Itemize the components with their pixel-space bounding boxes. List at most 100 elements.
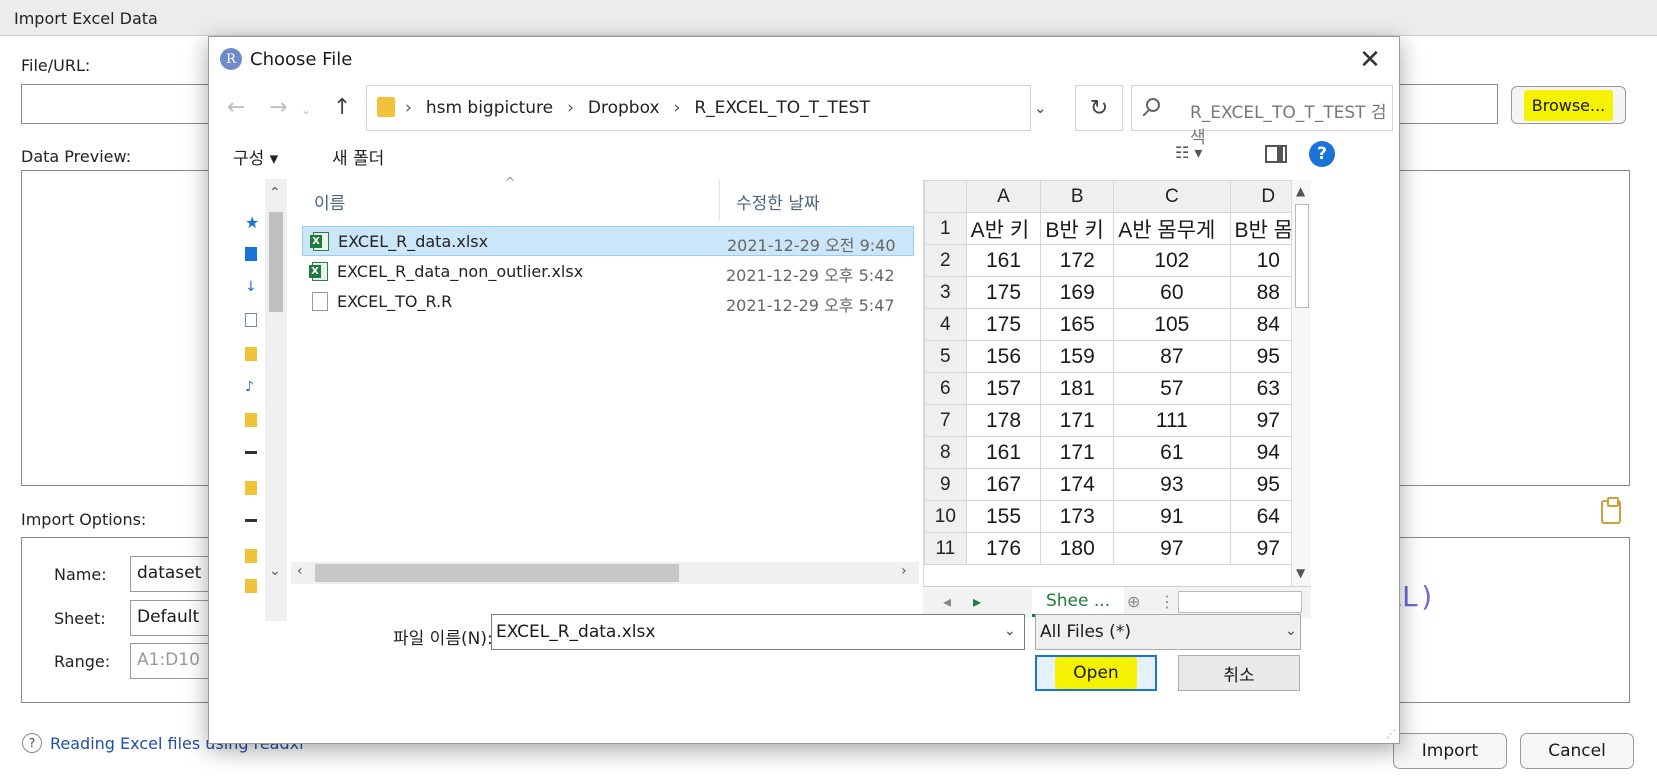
excel-file-icon [309, 262, 328, 281]
column-header-name[interactable]: 이름 [314, 189, 345, 214]
quick-access-star-icon[interactable]: ★ [245, 213, 259, 232]
prev-sheet-icon[interactable]: ◂ [943, 592, 951, 611]
preview-table: A B C D 1 A반 키 B반 키 A반 몸무게 B반 몸 2 161 172 102 10 3 175 1… [924, 180, 1307, 565]
breadcrumb-item[interactable]: R_EXCEL_TO_T_TEST [694, 98, 870, 118]
preview-cell: 161 [965, 244, 1042, 277]
refresh-icon[interactable]: ↻ [1075, 85, 1123, 131]
file-list-hscrollbar[interactable]: ‹ › [291, 562, 919, 584]
preview-cell: 159 [1040, 340, 1115, 373]
organize-menu[interactable]: 구성 ▾ [233, 144, 278, 169]
column-header-date[interactable]: 수정한 날짜 [736, 189, 820, 214]
document-icon[interactable] [245, 313, 257, 327]
nav-folder-icon[interactable] [245, 549, 257, 563]
clipboard-icon[interactable] [1601, 497, 1621, 524]
recent-locations-icon[interactable]: ⌄ [301, 103, 311, 117]
search-input[interactable]: R_EXCEL_TO_T_TEST 검색 [1131, 85, 1393, 148]
preview-cell: 165 [1040, 308, 1115, 341]
preview-cell: A반 키 [965, 212, 1042, 245]
next-sheet-icon[interactable]: ▸ [973, 592, 981, 611]
preview-cell: 61 [1113, 436, 1231, 469]
preview-cell: 161 [965, 436, 1042, 469]
file-name: EXCEL_R_data.xlsx [338, 232, 489, 251]
address-bar[interactable]: › hsm bigpicture › Dropbox › R_EXCEL_TO_… [366, 85, 1031, 131]
scroll-right-icon[interactable]: › [901, 563, 907, 579]
nav-folder-icon[interactable] [245, 347, 257, 361]
preview-row: 3 175 169 60 88 [924, 276, 1307, 309]
back-arrow-icon[interactable]: ← [227, 95, 245, 120]
up-folder-icon[interactable]: ↑ [333, 95, 351, 120]
sheet-select[interactable]: Default [130, 600, 220, 636]
preview-row: 9 167 174 93 95 [924, 468, 1307, 501]
sheet-tab[interactable]: Shee ... [1032, 587, 1124, 617]
nav-folder-icon[interactable] [245, 481, 257, 495]
add-sheet-icon[interactable]: ⊕ [1127, 592, 1140, 611]
preview-cell: 180 [1040, 532, 1115, 565]
nav-folder-icon[interactable] [245, 247, 257, 261]
import-button[interactable]: Import [1393, 733, 1507, 769]
sort-ascending-icon: ^ [505, 175, 516, 189]
nav-scrollbar-thumb[interactable] [269, 212, 283, 312]
preview-row: 1 A반 키 B반 키 A반 몸무게 B반 몸 [924, 212, 1307, 245]
preview-cell: 181 [1040, 372, 1115, 405]
row-header: 4 [924, 308, 967, 341]
preview-vscrollbar[interactable]: ▲ ▼ [1291, 180, 1311, 586]
column-header: C [1113, 180, 1231, 213]
close-icon[interactable]: ✕ [1353, 45, 1387, 75]
data-preview-label: Data Preview: [21, 147, 132, 166]
more-options-icon[interactable]: ⋮ [1159, 592, 1175, 611]
scroll-up-icon[interactable]: ▲ [1296, 184, 1305, 198]
file-row[interactable]: EXCEL_TO_R.R 2021-12-29 오후 5:47 [302, 287, 914, 317]
chevron-down-icon[interactable]: ⌄ [1004, 623, 1016, 639]
sheet-hscrollbar[interactable] [1178, 591, 1302, 613]
help-icon[interactable]: ? [1309, 141, 1335, 167]
preview-cell: 175 [965, 308, 1042, 341]
bg-cancel-button[interactable]: Cancel [1520, 733, 1634, 769]
music-icon[interactable]: ♪ [245, 379, 254, 395]
drive-icon[interactable] [245, 451, 257, 454]
filetype-select[interactable]: All Files (*) [1035, 614, 1301, 650]
preview-cell: 156 [965, 340, 1042, 373]
preview-pane-icon[interactable] [1265, 145, 1287, 163]
preview-row: 7 178 171 111 97 [924, 404, 1307, 437]
new-folder-button[interactable]: 새 폴더 [332, 144, 384, 169]
excel-preview: A B C D 1 A반 키 B반 키 A반 몸무게 B반 몸 2 161 172 102 10 3 175 1… [923, 180, 1307, 586]
nav-folder-icon[interactable] [245, 579, 257, 593]
preview-row: 2 161 172 102 10 [924, 244, 1307, 277]
name-label: Name: [54, 565, 107, 584]
filename-input[interactable]: EXCEL_R_data.xlsx [491, 614, 1025, 650]
bg-window-title: Import Excel Data [14, 9, 158, 28]
download-icon[interactable]: ↓ [245, 279, 257, 295]
drive-icon[interactable] [245, 519, 257, 522]
view-options-icon[interactable]: ☷ ▾ [1175, 143, 1202, 162]
hscrollbar-thumb[interactable] [315, 564, 679, 582]
search-placeholder: R_EXCEL_TO_T_TEST 검색 [1190, 103, 1387, 148]
row-header: 11 [924, 532, 967, 565]
column-divider[interactable] [719, 180, 720, 220]
range-input[interactable]: A1:D10 [130, 643, 220, 679]
scroll-up-icon[interactable]: ⌃ [269, 185, 281, 201]
chevron-down-icon[interactable]: ⌄ [1285, 623, 1297, 639]
choose-file-dialog: R Choose File ✕ ← → ⌄ ↑ › hsm bigpicture… [208, 36, 1400, 744]
preview-cell: B반 키 [1040, 212, 1115, 245]
name-input[interactable]: dataset [130, 556, 220, 592]
preview-cell: 173 [1040, 500, 1115, 533]
scroll-down-icon[interactable]: ▼ [1296, 566, 1305, 580]
browse-button[interactable]: Browse... [1511, 86, 1626, 124]
preview-cell: 169 [1040, 276, 1115, 309]
breadcrumb-item[interactable]: hsm bigpicture [426, 98, 553, 118]
nav-folder-icon[interactable] [245, 413, 257, 427]
open-button[interactable]: Open [1035, 655, 1157, 691]
resize-grip-icon[interactable]: ⋰ [1386, 729, 1396, 740]
file-row[interactable]: EXCEL_R_data_non_outlier.xlsx 2021-12-29… [302, 257, 914, 287]
chevron-down-icon[interactable]: ⌄ [1034, 99, 1047, 117]
column-header: A [965, 180, 1042, 213]
scroll-left-icon[interactable]: ‹ [297, 563, 303, 579]
preview-cell: 102 [1113, 244, 1231, 277]
scroll-down-icon[interactable]: ⌄ [269, 563, 281, 579]
select-all-corner[interactable] [924, 180, 967, 213]
breadcrumb-item[interactable]: Dropbox [588, 98, 660, 118]
forward-arrow-icon[interactable]: → [269, 95, 287, 120]
cancel-button[interactable]: 취소 [1178, 655, 1300, 691]
preview-scrollbar-thumb[interactable] [1295, 204, 1309, 308]
file-row[interactable]: EXCEL_R_data.xlsx 2021-12-29 오전 9:40 [302, 226, 914, 256]
